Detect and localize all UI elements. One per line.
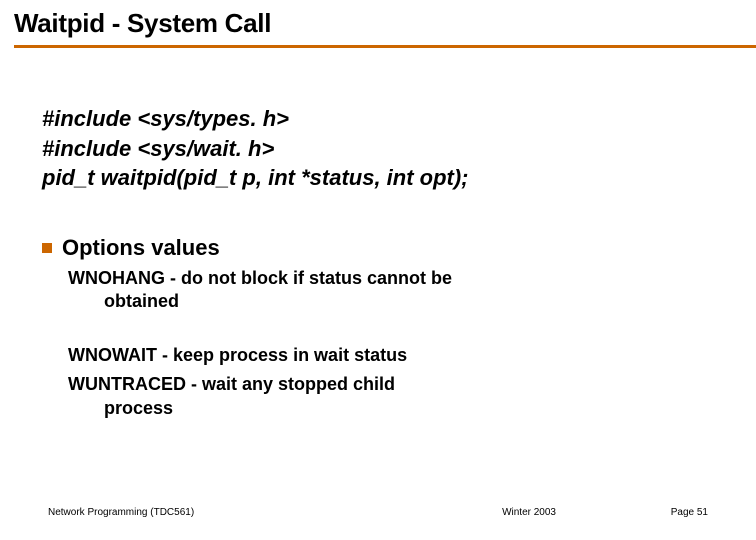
option-item: WUNTRACED - wait any stopped child proce… bbox=[68, 373, 588, 420]
code-line: #include <sys/wait. h> bbox=[42, 134, 756, 164]
option-desc: - do not block if status cannot be bbox=[170, 268, 452, 288]
title-underline bbox=[14, 45, 756, 48]
title-block: Waitpid - System Call bbox=[0, 0, 756, 43]
option-desc: - wait any stopped child bbox=[191, 374, 395, 394]
option-desc-cont: obtained bbox=[68, 290, 588, 313]
option-item: WNOWAIT - keep process in wait status bbox=[68, 344, 588, 367]
footer-right: Page 51 bbox=[671, 507, 708, 518]
option-name: WNOWAIT bbox=[68, 345, 157, 365]
footer-center: Winter 2003 bbox=[502, 507, 556, 518]
option-desc: - keep process in wait status bbox=[162, 345, 407, 365]
option-name: WNOHANG bbox=[68, 268, 165, 288]
option-desc-cont: process bbox=[68, 397, 588, 420]
bullet-heading: Options values bbox=[62, 235, 220, 261]
bullet-row: Options values bbox=[42, 235, 756, 261]
bullet-icon bbox=[42, 243, 52, 253]
option-name: WUNTRACED bbox=[68, 374, 186, 394]
footer: Network Programming (TDC561) Winter 2003… bbox=[0, 507, 756, 518]
option-item: WNOHANG - do not block if status cannot … bbox=[68, 267, 588, 314]
code-block: #include <sys/types. h> #include <sys/wa… bbox=[42, 104, 756, 193]
slide-title: Waitpid - System Call bbox=[14, 8, 742, 39]
code-line: #include <sys/types. h> bbox=[42, 104, 756, 134]
spacer bbox=[0, 314, 756, 338]
code-line: pid_t waitpid(pid_t p, int *status, int … bbox=[42, 163, 756, 193]
slide: Waitpid - System Call #include <sys/type… bbox=[0, 0, 756, 540]
footer-left: Network Programming (TDC561) bbox=[48, 507, 194, 518]
